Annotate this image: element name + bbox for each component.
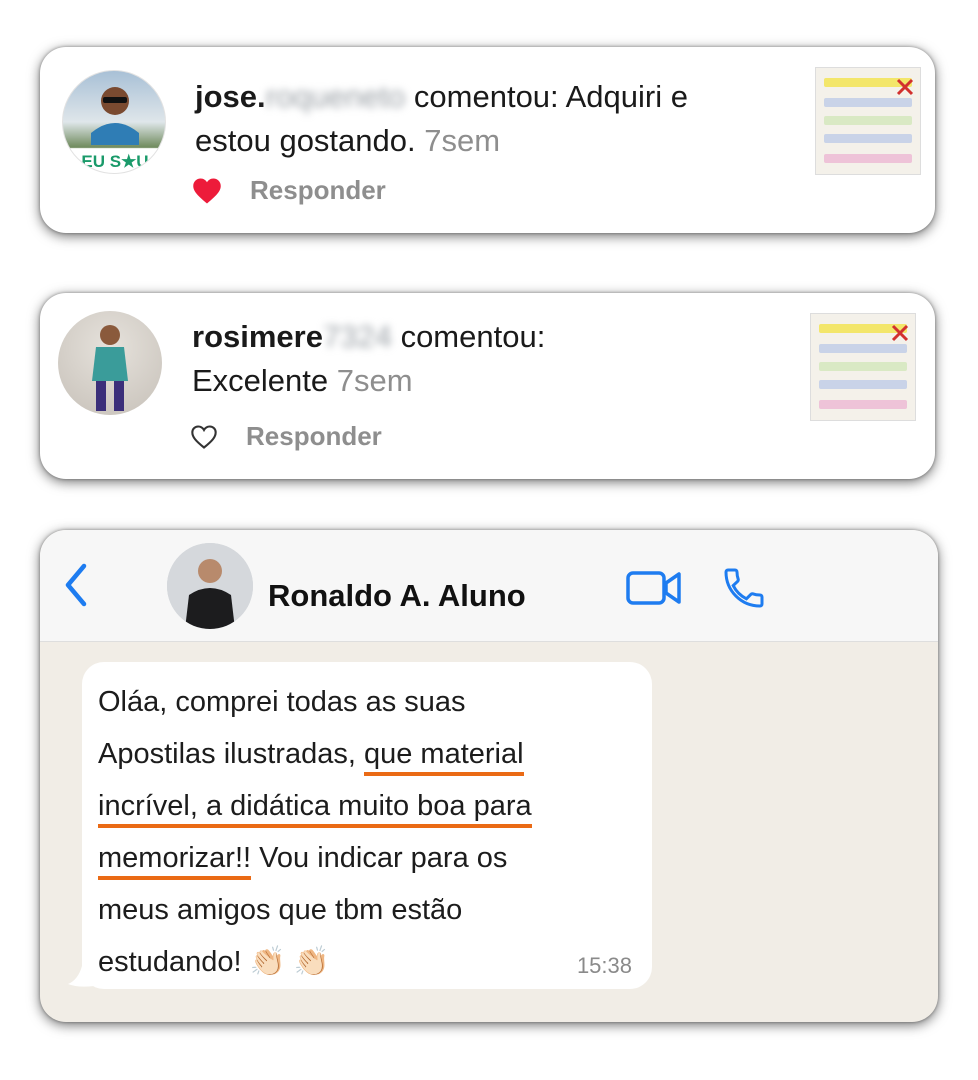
back-chevron-icon[interactable] — [62, 562, 90, 608]
message-line: incrível, a didática muito boa para — [98, 780, 643, 832]
comment-text: rosimere7324 comentou: Excelente 7sem — [192, 315, 792, 403]
message-bubble[interactable]: Oláa, comprei todas as suas Apostilas il… — [82, 662, 652, 989]
username[interactable]: rosimere — [192, 319, 323, 354]
message-line: memorizar!! Vou indicar para os — [98, 832, 643, 884]
highlight-underline: incrível, a didática muito boa para — [98, 790, 532, 828]
user-photo: EU S★U — [81, 87, 149, 171]
message-line: meus amigos que tbm estão — [98, 894, 463, 926]
username-blurred: 7324 — [322, 319, 392, 354]
comment-verb: comentou: — [413, 79, 559, 114]
avatar-badge: EU S★U — [81, 152, 148, 171]
x-mark-icon — [891, 324, 909, 342]
video-call-icon[interactable] — [626, 568, 682, 608]
highlight-underline: que material — [363, 738, 524, 776]
message-line: Oláa, comprei todas as suas — [98, 686, 466, 718]
highlight-underline: memorizar!! — [98, 842, 252, 880]
phone-call-icon[interactable] — [720, 564, 768, 612]
message-line: Apostilas ilustradas, que material — [98, 728, 643, 780]
contact-name[interactable]: Ronaldo A. Aluno — [268, 578, 526, 614]
message-text: Oláa, comprei todas as suas Apostilas il… — [98, 676, 643, 988]
comment-notification-2[interactable]: rosimere7324 comentou: Excelente 7sem Re… — [40, 293, 935, 479]
post-thumbnail[interactable] — [810, 313, 916, 421]
comment-body-1: Adquiri e — [565, 79, 688, 114]
username[interactable]: jose. — [195, 79, 266, 114]
comment-verb: comentou: — [400, 319, 546, 354]
comment-text: jose.roqueneto comentou: Adquiri e estou… — [195, 75, 795, 163]
comment-actions: Responder — [192, 175, 386, 206]
contact-avatar[interactable] — [167, 543, 253, 629]
user-photo — [92, 325, 128, 411]
avatar[interactable] — [58, 311, 162, 415]
x-mark-icon — [896, 78, 914, 96]
chat-header: Ronaldo A. Aluno — [40, 530, 938, 642]
reply-button[interactable]: Responder — [250, 175, 386, 206]
comment-time: 7sem — [424, 123, 501, 158]
reply-button[interactable]: Responder — [246, 421, 382, 452]
message-timestamp: 15:38 — [576, 953, 632, 978]
comment-notification-1[interactable]: EU S★U jose.roqueneto comentou: Adquiri … — [40, 47, 935, 233]
comment-time: 7sem — [336, 363, 413, 398]
username-blurred: roqueneto — [265, 79, 406, 114]
contact-photo — [167, 543, 253, 629]
heart-outline-icon[interactable] — [190, 424, 218, 450]
comment-body: Excelente — [192, 363, 329, 398]
comment-actions: Responder — [190, 421, 382, 452]
message-line: estudando! 👏🏻 👏🏻 — [98, 946, 330, 978]
comment-body-2: estou gostando. — [195, 123, 416, 158]
avatar[interactable]: EU S★U — [62, 70, 166, 174]
chat-screenshot: Ronaldo A. Aluno Oláa, comprei todas as … — [40, 530, 938, 1022]
post-thumbnail[interactable] — [815, 67, 921, 175]
heart-filled-icon[interactable] — [192, 177, 222, 205]
